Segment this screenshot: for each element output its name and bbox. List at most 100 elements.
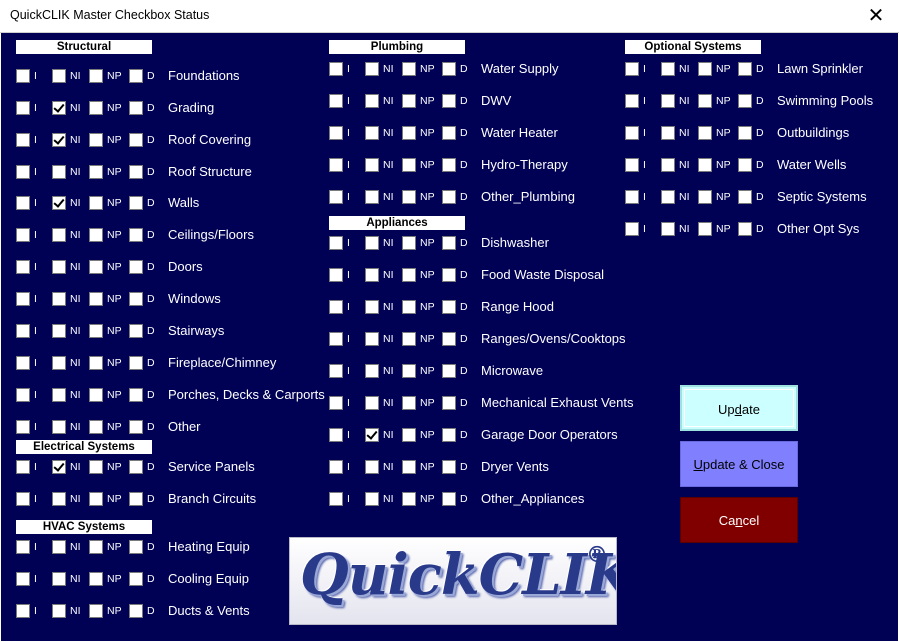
checkbox-unchecked-icon[interactable] [89, 324, 103, 338]
checkbox-unchecked-icon[interactable] [89, 604, 103, 618]
checkbox-unchecked-icon[interactable] [402, 300, 416, 314]
checkbox-unchecked-icon[interactable] [52, 292, 66, 306]
checkbox-unchecked-icon[interactable] [52, 572, 66, 586]
checkbox-unchecked-icon[interactable] [89, 492, 103, 506]
checkbox-unchecked-icon[interactable] [129, 101, 143, 115]
checkbox-unchecked-icon[interactable] [442, 396, 456, 410]
checkbox-unchecked-icon[interactable] [16, 69, 30, 83]
checkbox-unchecked-icon[interactable] [442, 126, 456, 140]
checkbox-unchecked-icon[interactable] [16, 228, 30, 242]
checkbox-unchecked-icon[interactable] [402, 126, 416, 140]
checkbox-unchecked-icon[interactable] [16, 260, 30, 274]
checkbox-checked-icon[interactable] [52, 196, 66, 210]
checkbox-unchecked-icon[interactable] [442, 62, 456, 76]
checkbox-unchecked-icon[interactable] [402, 190, 416, 204]
checkbox-unchecked-icon[interactable] [16, 101, 30, 115]
checkbox-unchecked-icon[interactable] [89, 460, 103, 474]
checkbox-unchecked-icon[interactable] [365, 492, 379, 506]
checkbox-unchecked-icon[interactable] [365, 460, 379, 474]
checkbox-unchecked-icon[interactable] [329, 126, 343, 140]
checkbox-unchecked-icon[interactable] [442, 492, 456, 506]
checkbox-unchecked-icon[interactable] [402, 364, 416, 378]
checkbox-unchecked-icon[interactable] [738, 62, 752, 76]
checkbox-unchecked-icon[interactable] [89, 540, 103, 554]
checkbox-unchecked-icon[interactable] [52, 165, 66, 179]
checkbox-unchecked-icon[interactable] [89, 292, 103, 306]
checkbox-unchecked-icon[interactable] [661, 126, 675, 140]
checkbox-unchecked-icon[interactable] [129, 492, 143, 506]
update-button[interactable]: Update [680, 385, 798, 431]
checkbox-unchecked-icon[interactable] [365, 94, 379, 108]
checkbox-unchecked-icon[interactable] [698, 62, 712, 76]
checkbox-unchecked-icon[interactable] [442, 94, 456, 108]
checkbox-unchecked-icon[interactable] [738, 222, 752, 236]
checkbox-unchecked-icon[interactable] [442, 268, 456, 282]
checkbox-unchecked-icon[interactable] [89, 260, 103, 274]
checkbox-unchecked-icon[interactable] [625, 94, 639, 108]
checkbox-unchecked-icon[interactable] [52, 388, 66, 402]
checkbox-unchecked-icon[interactable] [129, 420, 143, 434]
checkbox-unchecked-icon[interactable] [329, 332, 343, 346]
checkbox-unchecked-icon[interactable] [625, 190, 639, 204]
checkbox-unchecked-icon[interactable] [661, 94, 675, 108]
checkbox-unchecked-icon[interactable] [402, 62, 416, 76]
checkbox-unchecked-icon[interactable] [698, 190, 712, 204]
checkbox-unchecked-icon[interactable] [442, 460, 456, 474]
checkbox-unchecked-icon[interactable] [16, 292, 30, 306]
checkbox-unchecked-icon[interactable] [52, 540, 66, 554]
checkbox-unchecked-icon[interactable] [329, 94, 343, 108]
checkbox-unchecked-icon[interactable] [129, 165, 143, 179]
checkbox-unchecked-icon[interactable] [329, 190, 343, 204]
checkbox-unchecked-icon[interactable] [52, 324, 66, 338]
checkbox-unchecked-icon[interactable] [129, 572, 143, 586]
checkbox-unchecked-icon[interactable] [16, 388, 30, 402]
checkbox-unchecked-icon[interactable] [442, 428, 456, 442]
update-and-close-button[interactable]: Update & Close [680, 441, 798, 487]
checkbox-unchecked-icon[interactable] [16, 604, 30, 618]
checkbox-unchecked-icon[interactable] [129, 292, 143, 306]
checkbox-unchecked-icon[interactable] [329, 460, 343, 474]
checkbox-unchecked-icon[interactable] [16, 540, 30, 554]
checkbox-unchecked-icon[interactable] [129, 356, 143, 370]
checkbox-unchecked-icon[interactable] [89, 133, 103, 147]
close-icon[interactable]: ✕ [853, 0, 899, 32]
checkbox-unchecked-icon[interactable] [661, 190, 675, 204]
checkbox-unchecked-icon[interactable] [442, 300, 456, 314]
checkbox-unchecked-icon[interactable] [698, 222, 712, 236]
checkbox-checked-icon[interactable] [52, 133, 66, 147]
checkbox-unchecked-icon[interactable] [89, 356, 103, 370]
checkbox-unchecked-icon[interactable] [442, 190, 456, 204]
checkbox-unchecked-icon[interactable] [402, 396, 416, 410]
checkbox-unchecked-icon[interactable] [16, 165, 30, 179]
checkbox-unchecked-icon[interactable] [365, 62, 379, 76]
checkbox-unchecked-icon[interactable] [625, 62, 639, 76]
checkbox-unchecked-icon[interactable] [16, 460, 30, 474]
checkbox-unchecked-icon[interactable] [16, 133, 30, 147]
checkbox-unchecked-icon[interactable] [129, 324, 143, 338]
checkbox-unchecked-icon[interactable] [329, 300, 343, 314]
checkbox-unchecked-icon[interactable] [402, 94, 416, 108]
checkbox-unchecked-icon[interactable] [52, 420, 66, 434]
checkbox-unchecked-icon[interactable] [329, 428, 343, 442]
checkbox-unchecked-icon[interactable] [365, 236, 379, 250]
checkbox-unchecked-icon[interactable] [89, 101, 103, 115]
checkbox-unchecked-icon[interactable] [52, 260, 66, 274]
checkbox-unchecked-icon[interactable] [402, 492, 416, 506]
checkbox-unchecked-icon[interactable] [129, 69, 143, 83]
checkbox-unchecked-icon[interactable] [442, 158, 456, 172]
checkbox-unchecked-icon[interactable] [16, 356, 30, 370]
checkbox-unchecked-icon[interactable] [661, 62, 675, 76]
checkbox-checked-icon[interactable] [365, 428, 379, 442]
checkbox-unchecked-icon[interactable] [16, 324, 30, 338]
checkbox-unchecked-icon[interactable] [129, 196, 143, 210]
checkbox-unchecked-icon[interactable] [129, 604, 143, 618]
checkbox-unchecked-icon[interactable] [16, 420, 30, 434]
checkbox-unchecked-icon[interactable] [16, 196, 30, 210]
checkbox-unchecked-icon[interactable] [89, 165, 103, 179]
checkbox-unchecked-icon[interactable] [129, 460, 143, 474]
checkbox-unchecked-icon[interactable] [365, 332, 379, 346]
checkbox-unchecked-icon[interactable] [738, 190, 752, 204]
checkbox-unchecked-icon[interactable] [329, 364, 343, 378]
checkbox-unchecked-icon[interactable] [442, 236, 456, 250]
checkbox-unchecked-icon[interactable] [329, 268, 343, 282]
